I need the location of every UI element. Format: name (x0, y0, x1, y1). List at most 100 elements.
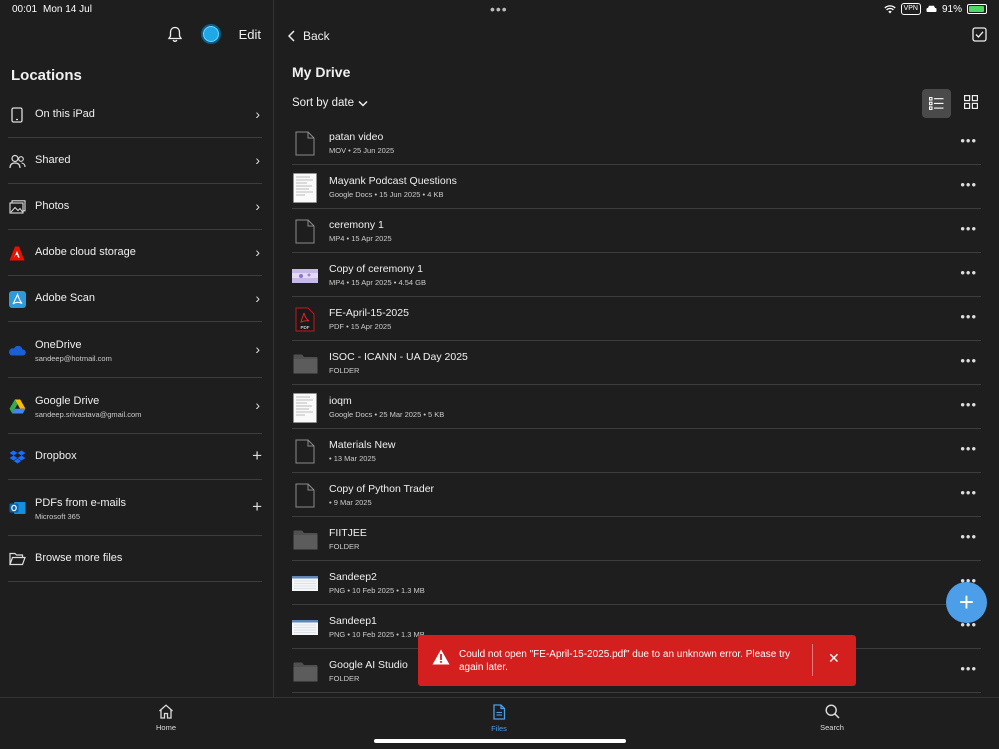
back-button[interactable]: Back (288, 29, 330, 43)
file-meta: • 9 Mar 2025 (329, 498, 372, 507)
file-row[interactable]: Mayank Podcast Questions Google Docs • 15… (292, 165, 981, 209)
file-row[interactable]: FIITJEE FOLDER ••• (292, 517, 981, 561)
file-row[interactable]: patan video MOV • 25 Jun 2025 ••• (292, 121, 981, 165)
more-options-icon[interactable]: ••• (960, 221, 977, 236)
home-indicator[interactable] (374, 739, 626, 743)
more-options-icon[interactable]: ••• (960, 265, 977, 280)
sidebar-toolbar: Edit (167, 24, 261, 44)
file-name: ceremony 1 (329, 219, 384, 231)
document-icon (292, 438, 318, 465)
file-name: ioqm (329, 395, 352, 407)
more-options-icon[interactable]: ••• (960, 309, 977, 324)
sidebar: Edit Locations On this iPad › Shared › Photo… (0, 0, 274, 697)
locations-list: On this iPad › Shared › Photos › Adobe cloud s… (0, 92, 262, 582)
sidebar-item-google-drive[interactable]: Google Drive sandeep.srivastava@gmail.com… (8, 378, 262, 434)
sort-label: Sort by date (292, 97, 355, 109)
more-options-icon[interactable]: ••• (960, 353, 977, 368)
chevron-right-icon: › (255, 397, 260, 413)
chevron-right-icon: › (255, 198, 260, 214)
document-icon (292, 482, 318, 509)
photos-icon (8, 198, 26, 216)
google-doc-thumbnail (292, 392, 318, 423)
file-row[interactable]: ioqm Google Docs • 25 Mar 2025 • 5 KB ••• (292, 385, 981, 429)
file-name: FE-April-15-2025 (329, 307, 409, 319)
avatar[interactable] (200, 24, 221, 44)
file-meta: FOLDER (329, 542, 360, 551)
svg-text:PDF: PDF (301, 325, 310, 330)
image-thumbnail (292, 614, 318, 641)
file-name: Copy of Python Trader (329, 483, 435, 495)
toast-divider (812, 644, 813, 676)
sidebar-item-label: Photos (35, 200, 70, 212)
grid-view-button[interactable] (964, 95, 978, 114)
tab-files-label: Files (491, 724, 507, 733)
file-row[interactable]: Copy of ceremony 1 MP4 • 15 Apr 2025 • 4.… (292, 253, 981, 297)
more-options-icon[interactable]: ••• (960, 441, 977, 456)
sidebar-item-label: PDFs from e-mails (35, 497, 127, 509)
file-row[interactable]: ceremony 1 MP4 • 15 Apr 2025 ••• (292, 209, 981, 253)
file-row[interactable]: ISOC - ICANN - UA Day 2025 FOLDER ••• (292, 341, 981, 385)
error-toast: Could not open "FE-April-15-2025.pdf" du… (418, 635, 856, 686)
sidebar-item-sub: sandeep@hotmail.com (35, 354, 112, 363)
file-list: patan video MOV • 25 Jun 2025 ••• Mayank Po… (292, 121, 981, 693)
locations-title: Locations (11, 67, 82, 84)
sidebar-item-label: Browse more files (35, 552, 123, 564)
file-row[interactable]: Copy of Python Trader • 9 Mar 2025 ••• (292, 473, 981, 517)
folder-icon (292, 658, 318, 685)
sidebar-item-shared[interactable]: Shared › (8, 138, 262, 184)
pdf-icon: PDF (292, 306, 318, 333)
sidebar-item-on-this-ipad[interactable]: On this iPad › (8, 92, 262, 138)
select-checkbox-icon[interactable] (972, 27, 987, 47)
file-row[interactable]: Sandeep2 PNG • 10 Feb 2025 • 1.3 MB ••• (292, 561, 981, 605)
edit-button[interactable]: Edit (239, 27, 261, 42)
more-options-icon[interactable]: ••• (960, 485, 977, 500)
sort-dropdown[interactable]: Sort by date (292, 97, 368, 109)
list-view-button[interactable] (922, 89, 951, 118)
file-name: patan video (329, 131, 384, 143)
file-meta: PDF • 15 Apr 2025 (329, 322, 392, 331)
tab-home[interactable]: Home (126, 704, 206, 732)
bell-icon[interactable] (167, 26, 183, 43)
plus-icon[interactable]: + (252, 446, 262, 466)
plus-icon: + (958, 587, 975, 617)
sidebar-item-pdfs-from-e-mails[interactable]: PDFs from e-mails Microsoft 365 + (8, 480, 262, 536)
sidebar-item-dropbox[interactable]: Dropbox + (8, 434, 262, 480)
folder-open-icon (8, 550, 26, 568)
file-row[interactable]: Materials New • 13 Mar 2025 ••• (292, 429, 981, 473)
document-icon (292, 218, 318, 245)
sidebar-item-label: On this iPad (35, 108, 95, 120)
file-name: Sandeep2 (329, 571, 377, 583)
file-meta: FOLDER (329, 366, 360, 375)
file-row[interactable]: PDF FE-April-15-2025 PDF • 15 Apr 2025 ••• (292, 297, 981, 341)
more-options-icon[interactable]: ••• (960, 397, 977, 412)
warning-icon (432, 649, 450, 665)
dropbox-icon (8, 448, 26, 466)
file-name: Mayank Podcast Questions (329, 175, 457, 187)
plus-icon[interactable]: + (252, 497, 262, 517)
main-panel: Back My Drive Sort by date patan video MO… (275, 0, 999, 697)
file-meta: MOV • 25 Jun 2025 (329, 146, 395, 155)
sidebar-item-label: Adobe Scan (35, 292, 95, 304)
chevron-right-icon: › (255, 290, 260, 306)
sidebar-item-onedrive[interactable]: OneDrive sandeep@hotmail.com › (8, 322, 262, 378)
more-options-icon[interactable]: ••• (960, 529, 977, 544)
onedrive-icon (8, 341, 26, 359)
file-meta: MP4 • 15 Apr 2025 (329, 234, 392, 243)
tab-files[interactable]: Files (459, 704, 539, 733)
tab-search[interactable]: Search (792, 704, 872, 732)
sidebar-item-label: Adobe cloud storage (35, 246, 136, 258)
sidebar-item-photos[interactable]: Photos › (8, 184, 262, 230)
add-fab-button[interactable]: + (946, 582, 987, 623)
sidebar-item-browse-more-files[interactable]: Browse more files (8, 536, 262, 582)
sidebar-item-adobe-scan[interactable]: Adobe Scan › (8, 276, 262, 322)
close-icon[interactable]: ✕ (828, 650, 840, 667)
more-options-icon[interactable]: ••• (960, 661, 977, 676)
file-name: Copy of ceremony 1 (329, 263, 423, 275)
file-meta: PNG • 10 Feb 2025 • 1.3 MB (329, 586, 425, 595)
more-options-icon[interactable]: ••• (960, 177, 977, 192)
sidebar-item-adobe-cloud-storage[interactable]: Adobe cloud storage › (8, 230, 262, 276)
file-meta: Google Docs • 25 Mar 2025 • 5 KB (329, 410, 445, 419)
more-options-icon[interactable]: ••• (960, 133, 977, 148)
file-meta: • 13 Mar 2025 (329, 454, 376, 463)
tab-search-label: Search (820, 723, 844, 732)
